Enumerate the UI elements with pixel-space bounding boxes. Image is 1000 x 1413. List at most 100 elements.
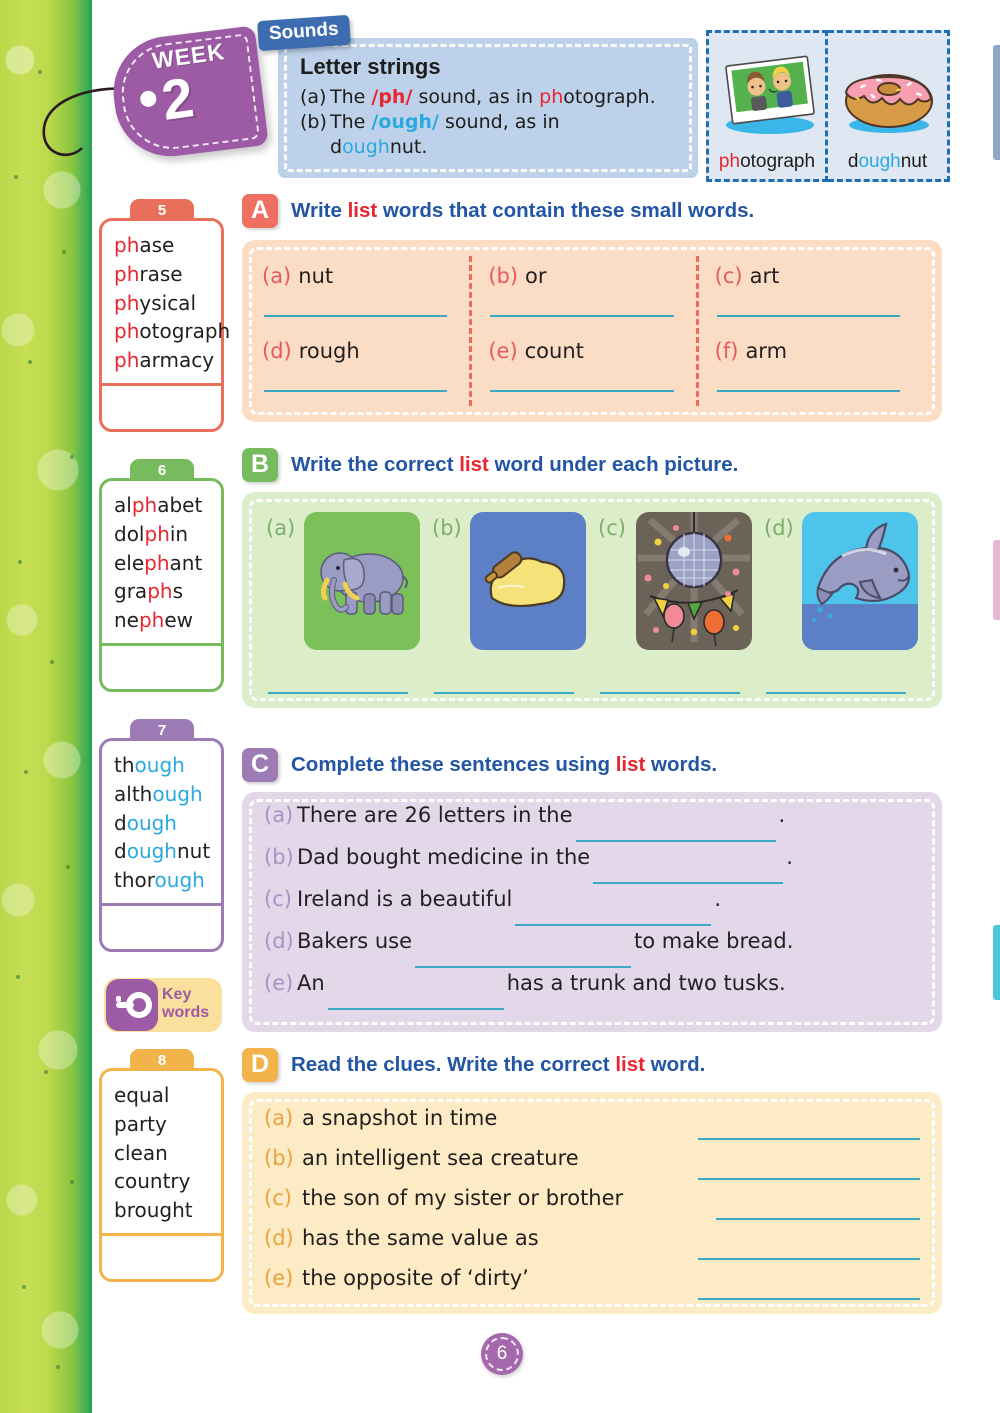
- wordlist-8-write-area[interactable]: [102, 1232, 221, 1279]
- word-pre: alth: [114, 781, 153, 806]
- list-item: elephant: [114, 549, 221, 578]
- exercise-d-panel: (a) a snapshot in time (b) an intelligen…: [242, 1092, 942, 1314]
- exercise-b-grid: (a) (b) (c) (d): [260, 508, 924, 698]
- exercise-a-grid: (a) nut (d) rough (b) or (e) count (c) a…: [262, 256, 922, 406]
- word-post: s: [172, 579, 183, 604]
- item-key: (d): [264, 1226, 294, 1250]
- list-item: country: [114, 1169, 191, 1194]
- word-hl: ph: [138, 608, 165, 633]
- word-hl: ough: [126, 810, 177, 835]
- item-key: (e): [264, 1266, 294, 1290]
- item-key: (a): [264, 1106, 294, 1130]
- item-after: to make bread.: [634, 929, 794, 953]
- answer-line[interactable]: [490, 390, 674, 392]
- answer-line[interactable]: [490, 315, 674, 317]
- exercise-a-col-3: (c) art (f) arm: [695, 256, 922, 406]
- item-before: Ireland is a beautiful: [297, 887, 513, 911]
- item-key: (c): [598, 516, 626, 540]
- exercise-d-title: Read the clues. Write the correct list w…: [291, 1053, 705, 1077]
- wordlist-6-write-area[interactable]: [102, 642, 221, 689]
- item-clue: the son of my sister or brother: [302, 1186, 624, 1210]
- word-hl: ough: [134, 753, 185, 777]
- item-key: (c): [264, 1186, 292, 1210]
- word-hl: ough: [154, 868, 205, 893]
- answer-line[interactable]: [434, 692, 574, 694]
- word-post: rase: [139, 261, 183, 286]
- list-item: dough: [114, 809, 221, 838]
- answer-line[interactable]: [264, 315, 448, 317]
- word-hl: ph: [114, 348, 140, 373]
- list-item: thorough: [114, 866, 221, 895]
- answer-line[interactable]: [575, 840, 776, 842]
- answer-line[interactable]: [698, 1138, 920, 1140]
- answer-line[interactable]: [716, 315, 900, 317]
- spine-dot-pattern: [0, 0, 92, 1413]
- word-hl: ough: [126, 839, 177, 864]
- wordlist-6-words: alphabet dolphin elephant graphs nephew: [102, 481, 221, 643]
- answer-line[interactable]: [515, 924, 712, 926]
- wordlist-7-body: though although dough doughnut thorough: [99, 738, 224, 952]
- list-item: alphabet: [114, 491, 221, 520]
- exercise-a-item-e: (e) count: [488, 331, 695, 406]
- caption-hl-ph: ph: [718, 151, 741, 172]
- rule-a-key: (a): [300, 86, 327, 108]
- example-caption-doughnut: doughnut: [828, 151, 947, 173]
- a-title-pre: Write: [291, 199, 348, 222]
- exercise-a-item-d: (d) rough: [262, 331, 469, 406]
- dough-picture: [470, 512, 586, 650]
- item-key: (c): [714, 264, 743, 288]
- item-before: Bakers use: [297, 929, 413, 953]
- list-item: though: [114, 751, 221, 780]
- word-hl: ph: [144, 521, 170, 546]
- sounds-tab: Sounds: [257, 14, 351, 52]
- key-words-label: Key words: [162, 986, 209, 1022]
- answer-line[interactable]: [600, 692, 740, 694]
- answer-line[interactable]: [766, 692, 906, 694]
- word-pre: thor: [114, 868, 155, 893]
- exercise-c-item-e: (e) An has a trunk and two tusks.: [264, 973, 924, 1015]
- exercise-b-panel: (a) (b) (c) (d): [242, 492, 942, 708]
- answer-line[interactable]: [593, 882, 784, 884]
- answer-line[interactable]: [698, 1178, 920, 1180]
- key-words-badge: Key words: [104, 978, 222, 1032]
- exercise-a-item-a: (a) nut: [262, 256, 469, 331]
- list-item: party: [114, 1111, 167, 1136]
- answer-line[interactable]: [415, 966, 632, 968]
- wordlist-7-write-area[interactable]: [102, 902, 221, 949]
- answer-line[interactable]: [698, 1258, 920, 1260]
- word-pre: gra: [114, 579, 148, 604]
- caption-rest-photograph: otograph: [740, 151, 816, 172]
- page-number: 6: [481, 1333, 523, 1375]
- exercise-a-col-1: (a) nut (d) rough: [262, 256, 469, 406]
- letter-strings-rule-a: (a) The /ph/ sound, as in photograph.: [300, 85, 680, 110]
- answer-line[interactable]: [264, 390, 448, 392]
- exercise-c-heading: C Complete these sentences using list wo…: [242, 748, 717, 782]
- word-post: in: [169, 521, 189, 546]
- exercise-b-item-b: (b): [426, 508, 592, 698]
- word-post: otograph: [139, 319, 231, 344]
- answer-line[interactable]: [716, 390, 900, 392]
- word-hl: ph: [114, 319, 140, 344]
- word-hl: ph: [114, 233, 140, 257]
- item-key: (e): [264, 971, 294, 995]
- item-before: There are 26 letters in the: [297, 803, 573, 827]
- word-post: armacy: [139, 348, 215, 373]
- exercise-d-list: (a) a snapshot in time (b) an intelligen…: [264, 1106, 920, 1306]
- answer-line[interactable]: [327, 1008, 504, 1010]
- wordlist-5-write-area[interactable]: [102, 382, 221, 429]
- exercise-d-item-e: (e) the opposite of ‘dirty’: [264, 1266, 920, 1306]
- b-title-post: word under each picture.: [488, 453, 739, 476]
- answer-line[interactable]: [268, 692, 408, 694]
- list-item: dolphin: [114, 520, 221, 549]
- item-key: (d): [764, 516, 794, 540]
- edge-tab-blue: [993, 45, 1000, 160]
- item-key: (e): [488, 339, 518, 363]
- item-after: .: [786, 845, 793, 869]
- exercise-a-panel: (a) nut (d) rough (b) or (e) count (c) a…: [242, 240, 942, 422]
- key-icon: [106, 979, 158, 1031]
- answer-line[interactable]: [698, 1298, 920, 1300]
- list-item: clean: [114, 1140, 168, 1165]
- exercise-d-item-a: (a) a snapshot in time: [264, 1106, 920, 1146]
- answer-line[interactable]: [716, 1218, 920, 1220]
- list-item: doughnut: [114, 837, 221, 866]
